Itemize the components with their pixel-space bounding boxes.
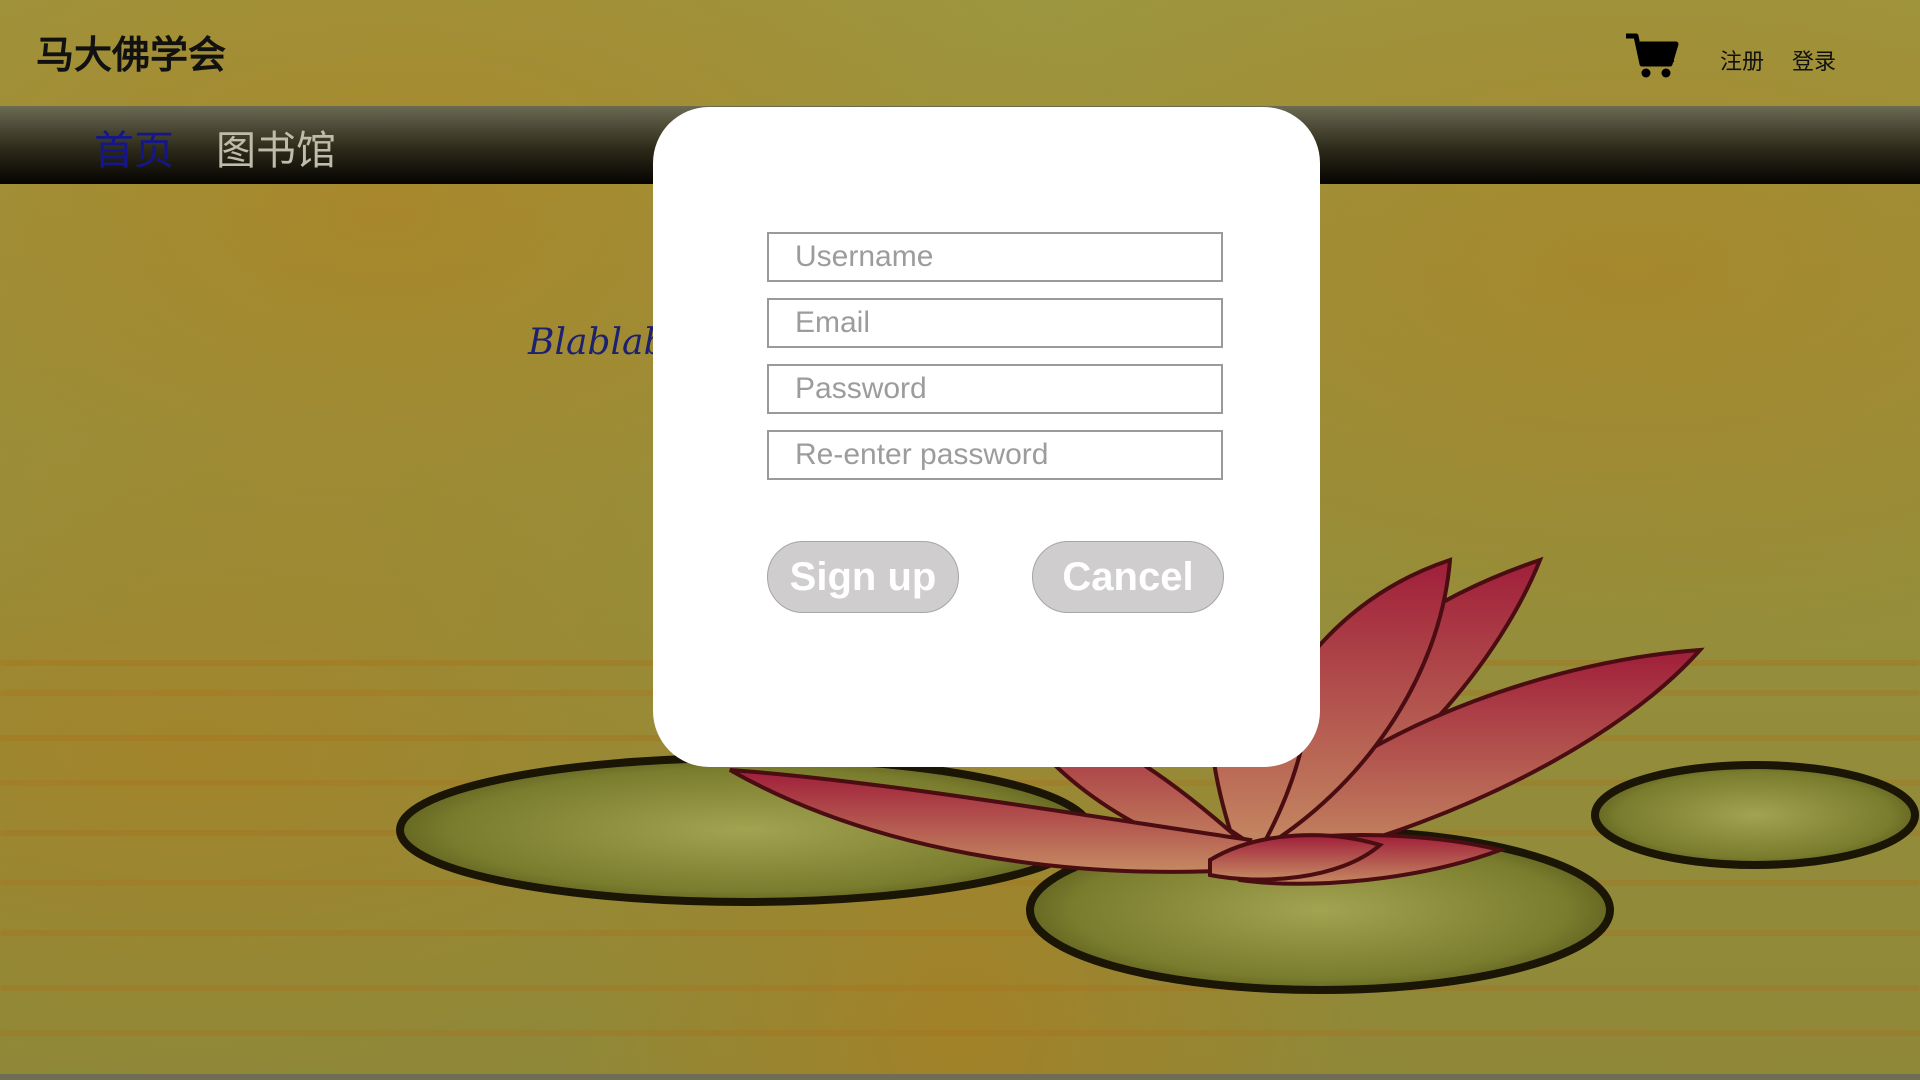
- shopping-cart-icon[interactable]: [1624, 32, 1680, 80]
- reenter-password-field[interactable]: [767, 430, 1223, 480]
- site-title[interactable]: 马大佛学会: [36, 24, 226, 79]
- login-link[interactable]: 登录: [1792, 44, 1836, 76]
- cancel-button[interactable]: Cancel: [1032, 541, 1224, 613]
- nav-item-library[interactable]: 图书馆: [216, 118, 336, 176]
- email-field[interactable]: [767, 298, 1223, 348]
- password-field[interactable]: [767, 364, 1223, 414]
- signup-button[interactable]: Sign up: [767, 541, 959, 613]
- register-link[interactable]: 注册: [1720, 44, 1764, 76]
- bottom-border: [0, 1074, 1920, 1080]
- username-field[interactable]: [767, 232, 1223, 282]
- nav-item-home[interactable]: 首页: [94, 118, 174, 176]
- main-text: Blablab: [528, 322, 667, 363]
